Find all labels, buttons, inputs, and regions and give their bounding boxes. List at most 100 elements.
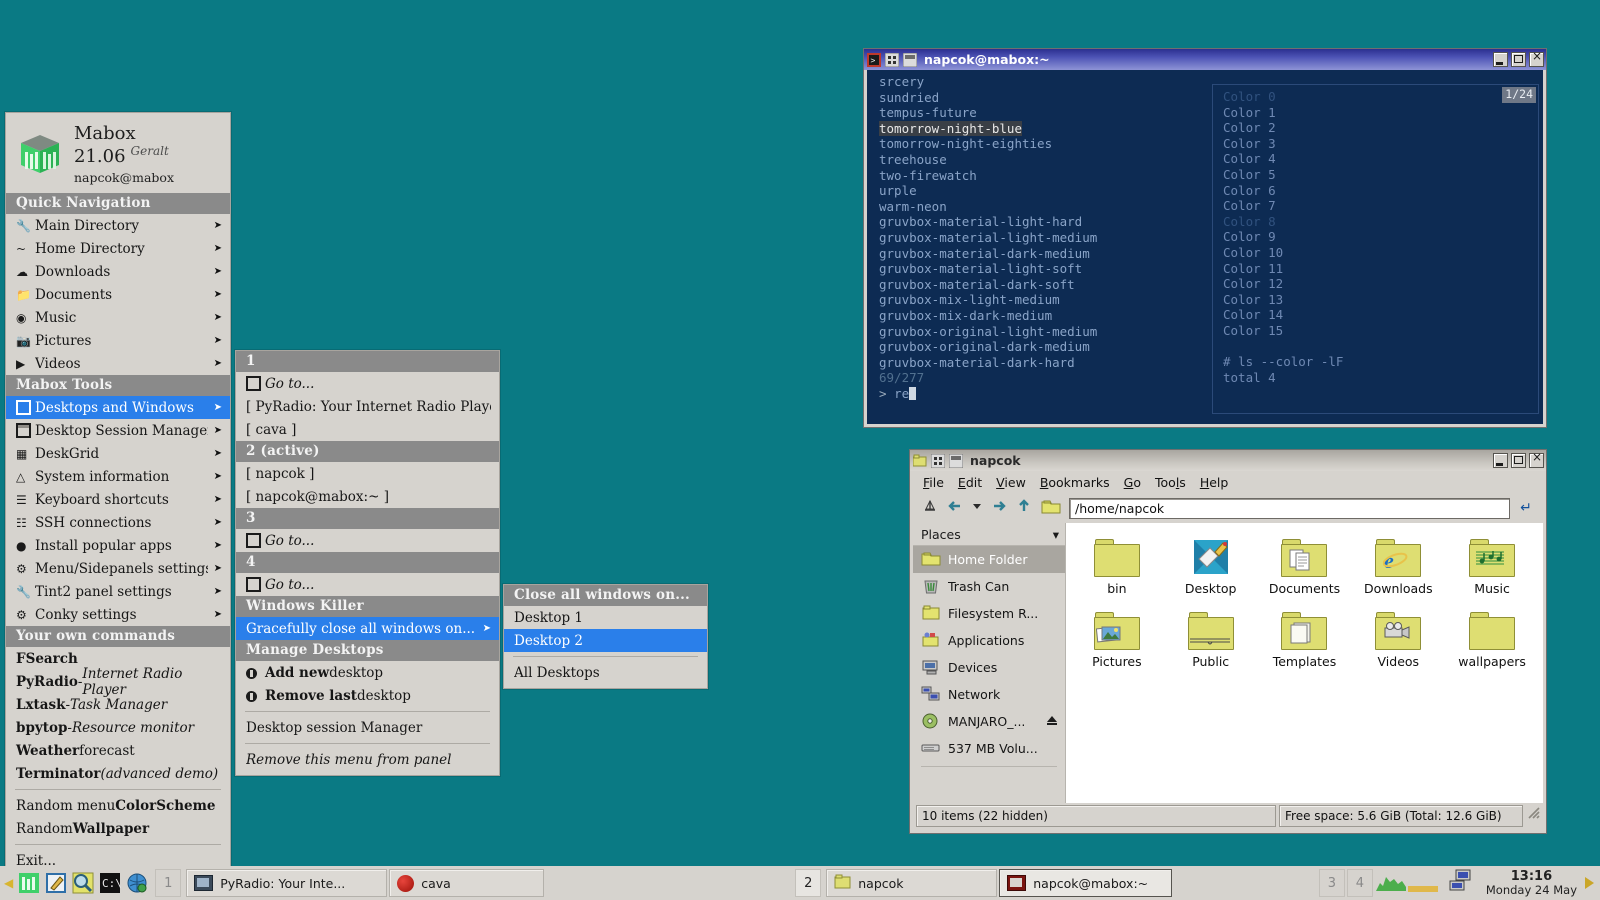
maximize-button[interactable]: [1511, 52, 1526, 67]
place-filesystem-root[interactable]: Filesystem R...: [913, 600, 1065, 627]
chevron-down-icon[interactable]: ▾: [1053, 527, 1059, 542]
menu-item-main-directory[interactable]: 🔧 Main Directory ➤: [6, 214, 230, 237]
menu-item-goto-desktop-1[interactable]: Go to...: [236, 372, 499, 395]
home-folder-icon[interactable]: [1040, 497, 1062, 519]
go-icon[interactable]: ↵: [1517, 499, 1535, 517]
place-537mb-volume[interactable]: 537 MB Volu...: [913, 735, 1065, 762]
file-item-templates[interactable]: Templates: [1258, 606, 1352, 679]
file-manager-menubar[interactable]: FFileile Edit View Bookmarks Go Tools He…: [913, 471, 1543, 493]
window-menu-icon[interactable]: [885, 53, 899, 67]
network-tray-icon[interactable]: [1448, 868, 1478, 898]
menu-item-goto-desktop-4[interactable]: Go to...: [236, 573, 499, 596]
file-manager-window[interactable]: napcok FFileile Edit View Bookmarks Go T…: [909, 449, 1547, 834]
menu-item-ssh-connections[interactable]: ☷ SSH connections ➤: [6, 511, 230, 534]
task-pyradio[interactable]: PyRadio: Your Inte...: [186, 869, 387, 897]
terminal-window[interactable]: > napcok@mabox:~ srcery sundried tempus-…: [863, 48, 1547, 428]
place-trash-can[interactable]: Trash Can: [913, 573, 1065, 600]
menu-item-system-information[interactable]: △ System information ➤: [6, 465, 230, 488]
places-sidebar[interactable]: Places ▾ Home Folder Trash Can: [913, 523, 1066, 803]
place-network[interactable]: Network: [913, 681, 1065, 708]
menu-item-close-desktop-2[interactable]: Desktop 2: [504, 629, 707, 652]
shade-icon[interactable]: [949, 454, 963, 468]
menu-item-desktop-session-manager[interactable]: Desktop Session Manager ➤: [6, 419, 230, 442]
browser-icon[interactable]: [126, 872, 148, 894]
terminal-body[interactable]: srcery sundried tempus-future tomorrow-n…: [867, 70, 1543, 424]
file-item-music[interactable]: Music: [1445, 533, 1539, 606]
terminal-query-input[interactable]: re: [894, 386, 909, 401]
menu-item-install-popular-apps[interactable]: ● Install popular apps ➤: [6, 534, 230, 557]
menu-edit[interactable]: Edit: [958, 475, 982, 490]
new-tab-icon[interactable]: [921, 497, 939, 519]
taskbar[interactable]: ◀ C:\ 1 PyRadio: Your Inte... cava 2: [0, 866, 1600, 900]
terminal-titlebar[interactable]: > napcok@mabox:~: [864, 49, 1546, 70]
history-dropdown-icon[interactable]: [971, 497, 983, 519]
menu-item-pyradio[interactable]: PyRadio - Internet Radio Player: [6, 670, 230, 693]
mabox-icon[interactable]: [18, 872, 40, 894]
place-applications[interactable]: Applications: [913, 627, 1065, 654]
menu-item-close-desktop-1[interactable]: Desktop 1: [504, 606, 707, 629]
close-button[interactable]: [1529, 52, 1544, 67]
menu-item-random-wallpaper[interactable]: Random Wallpaper: [6, 817, 230, 840]
menu-item-desktops-and-windows[interactable]: Desktops and Windows ➤: [6, 396, 230, 419]
maximize-button[interactable]: [1511, 453, 1526, 468]
menu-item-window-terminal[interactable]: [ napcok@mabox:~ ]: [236, 485, 499, 508]
close-all-windows-submenu[interactable]: Close all windows on... Desktop 1 Deskto…: [503, 584, 708, 689]
file-item-desktop[interactable]: Desktop: [1164, 533, 1258, 606]
file-manager-window-controls[interactable]: [1493, 453, 1544, 468]
window-menu-icon[interactable]: [931, 454, 945, 468]
system-tray[interactable]: 13:16 Monday 24 May: [1374, 868, 1600, 898]
clock[interactable]: 13:16 Monday 24 May: [1486, 870, 1577, 896]
file-item-downloads[interactable]: e Downloads: [1351, 533, 1445, 606]
menu-item-keyboard-shortcuts[interactable]: ☰ Keyboard shortcuts ➤: [6, 488, 230, 511]
menu-item-conky-settings[interactable]: ⚙ Conky settings ➤: [6, 603, 230, 626]
file-item-documents[interactable]: Documents: [1258, 533, 1352, 606]
menu-item-window-napcok[interactable]: [ napcok ]: [236, 462, 499, 485]
menu-item-random-colorscheme[interactable]: Random menu ColorScheme: [6, 794, 230, 817]
up-icon[interactable]: [1015, 497, 1033, 519]
menu-item-documents[interactable]: 📁 Documents ➤: [6, 283, 230, 306]
path-input[interactable]: /home/napcok: [1069, 498, 1510, 519]
place-manjaro-disc[interactable]: MANJARO_...: [913, 708, 1065, 735]
places-header[interactable]: Places ▾: [913, 523, 1065, 546]
panel-collapse-icon[interactable]: ◀: [4, 876, 13, 890]
menu-item-deskgrid[interactable]: ▦ DeskGrid ➤: [6, 442, 230, 465]
close-button[interactable]: [1529, 453, 1544, 468]
menu-file[interactable]: FFileile: [923, 475, 944, 490]
editor-icon[interactable]: [45, 872, 67, 894]
menu-item-pictures[interactable]: 📷 Pictures ➤: [6, 329, 230, 352]
menu-item-goto-desktop-3[interactable]: Go to...: [236, 529, 499, 552]
menu-item-weather[interactable]: Weather forecast: [6, 739, 230, 762]
menu-go[interactable]: Go: [1124, 475, 1141, 490]
file-item-bin[interactable]: bin: [1070, 533, 1164, 606]
menu-item-tint2-panel-settings[interactable]: 🔧 Tint2 panel settings ➤: [6, 580, 230, 603]
menu-item-close-all-desktops[interactable]: All Desktops: [504, 661, 707, 684]
desktop-number-2[interactable]: 2: [795, 869, 821, 897]
file-item-wallpapers[interactable]: wallpapers: [1445, 606, 1539, 679]
desktop-number-1[interactable]: 1: [155, 869, 181, 897]
menu-view[interactable]: View: [996, 475, 1026, 490]
file-manager-toolbar[interactable]: /home/napcok ↵: [913, 493, 1543, 523]
file-item-videos[interactable]: Videos: [1351, 606, 1445, 679]
menu-item-videos[interactable]: ▶ Videos ➤: [6, 352, 230, 375]
file-item-pictures[interactable]: Pictures: [1070, 606, 1164, 679]
back-icon[interactable]: [946, 497, 964, 519]
file-manager-titlebar[interactable]: napcok: [910, 450, 1546, 471]
task-list-desktop-1[interactable]: PyRadio: Your Inte... cava: [182, 869, 544, 897]
terminal-icon[interactable]: C:\: [99, 872, 121, 894]
desktop-number-4[interactable]: 4: [1347, 869, 1373, 897]
menu-item-home-directory[interactable]: ~ Home Directory ➤: [6, 237, 230, 260]
shade-icon[interactable]: [903, 53, 917, 67]
menu-item-terminator[interactable]: Terminator (advanced demo): [6, 762, 230, 785]
menu-item-downloads[interactable]: ☁ Downloads ➤: [6, 260, 230, 283]
panel-expand-icon[interactable]: [1585, 877, 1594, 889]
resize-grip[interactable]: [1526, 805, 1540, 827]
task-cava[interactable]: cava: [389, 869, 544, 897]
desktop-number-3[interactable]: 3: [1319, 869, 1345, 897]
menu-item-remove-last-desktop[interactable]: Remove last desktop: [236, 684, 499, 707]
forward-icon[interactable]: [990, 497, 1008, 519]
menu-item-music[interactable]: ◉ Music ➤: [6, 306, 230, 329]
place-devices[interactable]: Devices: [913, 654, 1065, 681]
menu-item-window-cava[interactable]: [ cava ]: [236, 418, 499, 441]
menu-item-window-pyradio[interactable]: [ PyRadio: Your Internet Radio Player ]: [236, 395, 499, 418]
terminal-prompt-line[interactable]: > re: [879, 386, 1209, 402]
